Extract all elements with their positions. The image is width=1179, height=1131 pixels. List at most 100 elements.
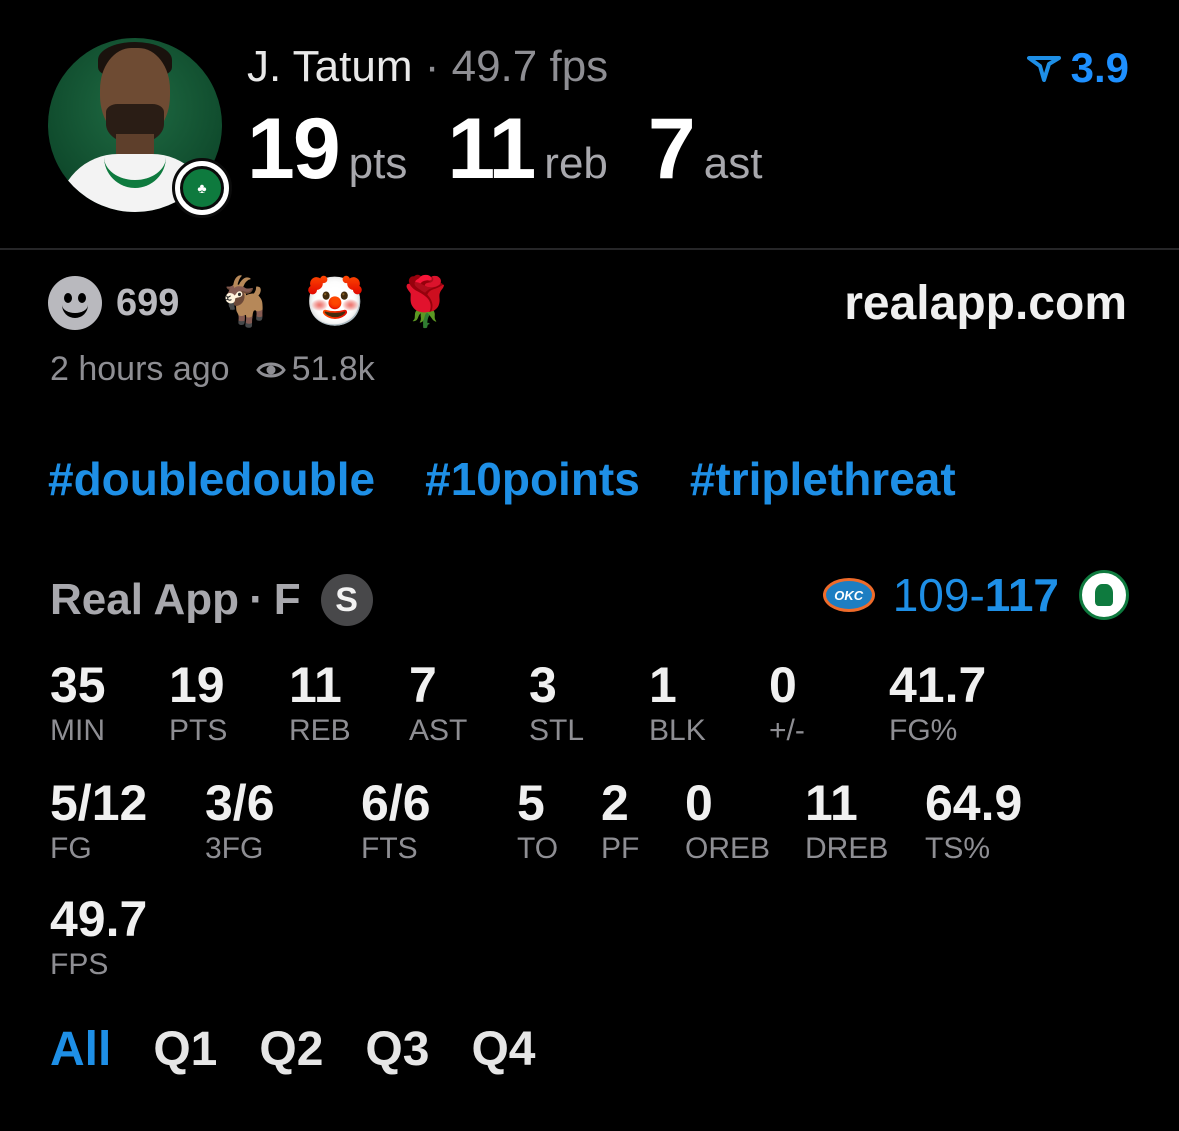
stat-label: TS%	[925, 832, 991, 865]
celtics-logo-icon	[1079, 570, 1129, 620]
stat-label: +/-	[769, 714, 805, 747]
stat-value: 19	[169, 657, 225, 713]
post-meta: 2 hours ago 51.8k	[50, 350, 375, 389]
stat-value: 0	[685, 775, 713, 831]
stat-plus-minus: 0 +/-	[769, 660, 805, 746]
stat-oreb: 0 OREB	[685, 778, 770, 864]
stat-to: 5 TO	[517, 778, 558, 864]
player-fps: 49.7 fps	[451, 42, 609, 91]
rebounds-unit: reb	[544, 139, 608, 188]
stat-min: 35 MIN	[50, 660, 106, 746]
assists-value: 7	[647, 101, 696, 197]
quarter-tabs: All Q1 Q2 Q3 Q4	[50, 1022, 577, 1077]
headline-stats: 19 pts 11 reb 7 ast	[247, 100, 802, 199]
stat-label: FPS	[50, 948, 109, 981]
hashtag-link[interactable]: #doubledouble	[48, 452, 375, 506]
points-value: 19	[247, 101, 341, 197]
view-count-group: 51.8k	[255, 350, 375, 389]
smiley-icon[interactable]	[48, 276, 102, 330]
score-dash: -	[969, 569, 985, 621]
stat-label: TO	[517, 832, 559, 865]
points-unit: pts	[348, 139, 408, 188]
team-badge-celtics: ♣	[172, 158, 232, 218]
stat-fps: 49.7 FPS	[50, 894, 147, 980]
reaction-count: 699	[116, 281, 180, 324]
stat-value: 64.9	[925, 775, 1023, 831]
stat-pts: 19 PTS	[169, 660, 227, 746]
player-header: J. Tatum · 49.7 fps	[247, 42, 608, 92]
assists-unit: ast	[703, 139, 763, 188]
stat-blk: 1 BLK	[649, 660, 706, 746]
tab-q4[interactable]: Q4	[471, 1022, 535, 1077]
celtics-logo-icon: ♣	[180, 166, 224, 210]
header-separator: ·	[424, 42, 440, 91]
hashtag-link[interactable]: #10points	[425, 452, 640, 506]
rating-value: 3.9	[1070, 44, 1129, 91]
rebounds-value: 11	[447, 101, 536, 197]
stat-value: 3/6	[205, 775, 275, 831]
stat-label: FG	[50, 832, 92, 865]
timestamp: 2 hours ago	[50, 350, 230, 388]
stat-value: 1	[649, 657, 677, 713]
stat-ts-pct: 64.9 TS%	[925, 778, 1022, 864]
rating-badge[interactable]: 3.9	[1026, 44, 1129, 92]
away-score: 109	[892, 569, 970, 621]
stat-label: 3FG	[205, 832, 264, 865]
stat-label: PTS	[169, 714, 228, 747]
source-separator: ·	[249, 575, 264, 624]
stat-value: 5	[517, 775, 545, 831]
stat-label: STL	[529, 714, 585, 747]
stat-3fg: 3/6 3FG	[205, 778, 275, 864]
header-divider	[0, 248, 1179, 250]
stat-label: REB	[289, 714, 351, 747]
goat-emoji-icon[interactable]: 🐐	[215, 279, 275, 327]
real-rating-icon	[1026, 56, 1061, 82]
tab-all[interactable]: All	[50, 1022, 111, 1077]
starter-badge: S	[320, 574, 373, 626]
reactions-bar: 699 🐐 🤡 🌹	[48, 276, 485, 330]
stat-label: BLK	[649, 714, 706, 747]
stat-ast: 7 AST	[409, 660, 467, 746]
tab-q1[interactable]: Q1	[153, 1022, 217, 1077]
rose-emoji-icon[interactable]: 🌹	[395, 279, 455, 327]
stat-value: 5/12	[50, 775, 148, 831]
stat-label: AST	[409, 714, 468, 747]
clown-emoji-icon[interactable]: 🤡	[305, 279, 365, 327]
home-score: 117	[984, 569, 1059, 621]
site-link[interactable]: realapp.com	[844, 276, 1127, 331]
tab-q3[interactable]: Q3	[365, 1022, 429, 1077]
hashtag-link[interactable]: #triplethreat	[690, 452, 956, 506]
stat-value: 3	[529, 657, 557, 713]
stat-stl: 3 STL	[529, 660, 584, 746]
stat-value: 11	[289, 657, 342, 713]
player-position: F	[273, 575, 301, 624]
eye-icon	[255, 362, 286, 377]
stat-value: 11	[805, 775, 858, 831]
stat-value: 35	[50, 657, 106, 713]
stat-dreb: 11 DREB	[805, 778, 888, 864]
stat-value: 49.7	[50, 891, 148, 947]
game-score[interactable]: OKC 109 - 117	[822, 568, 1129, 622]
hashtags: #doubledouble #10points #triplethreat	[48, 452, 1006, 506]
stat-value: 0	[769, 657, 797, 713]
source-label: Real App	[50, 575, 240, 624]
stat-label: MIN	[50, 714, 105, 747]
stat-label: DREB	[805, 832, 889, 865]
game-source-line: Real App · F S	[50, 574, 373, 626]
tab-q2[interactable]: Q2	[259, 1022, 323, 1077]
stat-fg: 5/12 FG	[50, 778, 147, 864]
stat-label: OREB	[685, 832, 771, 865]
stat-value: 2	[601, 775, 629, 831]
stat-label: FG%	[889, 714, 958, 747]
stat-value: 7	[409, 657, 437, 713]
stat-fg-pct: 41.7 FG%	[889, 660, 986, 746]
player-name[interactable]: J. Tatum	[247, 42, 412, 91]
stat-label: FTS	[361, 832, 418, 865]
thunder-logo-icon: OKC	[822, 578, 875, 612]
stat-label: PF	[601, 832, 640, 865]
stat-pf: 2 PF	[601, 778, 639, 864]
stat-value: 41.7	[889, 657, 987, 713]
stat-fts: 6/6 FTS	[361, 778, 431, 864]
view-count: 51.8k	[291, 350, 375, 388]
stat-reb: 11 REB	[289, 660, 351, 746]
